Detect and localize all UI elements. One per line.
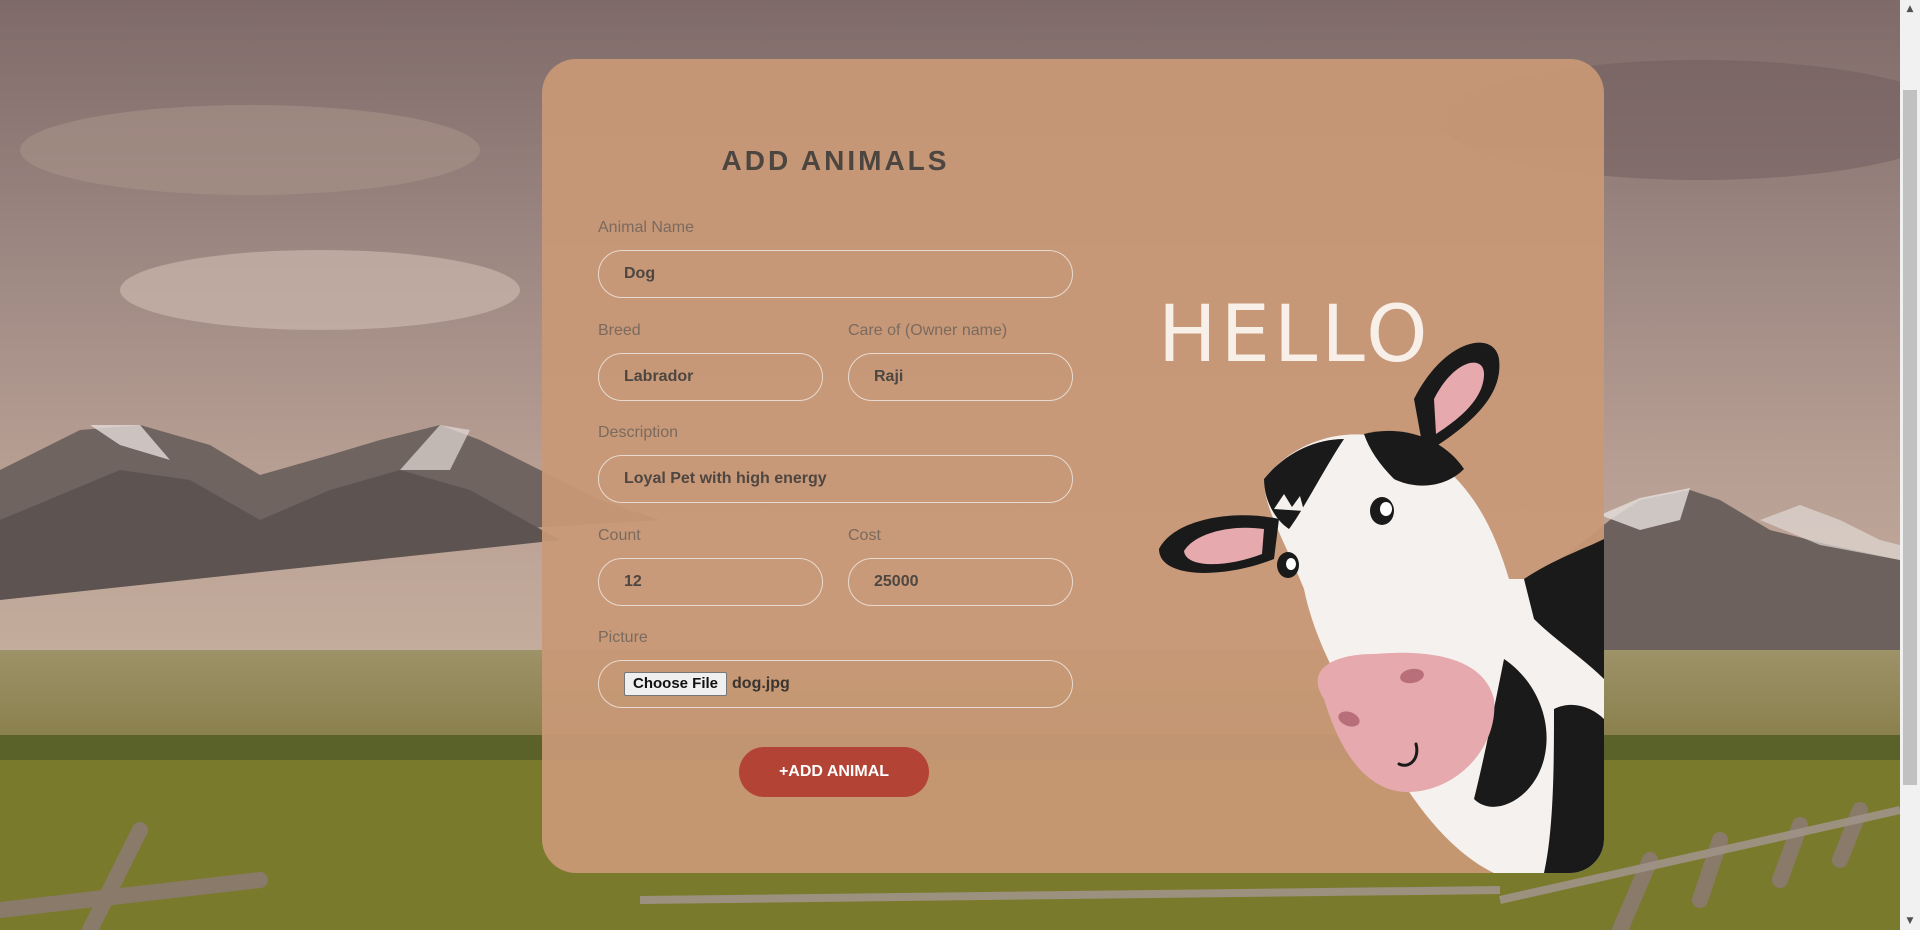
cost-input[interactable] <box>848 558 1073 606</box>
animal-name-label: Animal Name <box>598 219 695 236</box>
animal-name-input[interactable] <box>598 250 1073 298</box>
breed-input[interactable] <box>598 353 823 401</box>
selected-file-name: dog.jpg <box>732 675 790 692</box>
scroll-thumb[interactable] <box>1903 90 1917 785</box>
add-animal-card: ADD ANIMALS Animal Name Breed Care of (O… <box>542 59 1604 873</box>
description-label: Description <box>598 424 679 441</box>
picture-file-input: Choose File dog.jpg <box>598 660 1073 708</box>
add-animal-button[interactable]: +ADD ANIMAL <box>739 747 929 797</box>
care-of-label: Care of (Owner name) <box>848 322 1008 339</box>
count-input[interactable] <box>598 558 823 606</box>
cow-illustration: HELLO <box>1114 59 1604 873</box>
care-of-input[interactable] <box>848 353 1073 401</box>
choose-file-button[interactable]: Choose File <box>624 672 728 696</box>
scroll-up-arrow-icon[interactable]: ▲ <box>1900 0 1920 18</box>
count-label: Count <box>598 527 641 544</box>
page-scrollbar[interactable]: ▲ ▼ <box>1900 0 1920 930</box>
breed-label: Breed <box>598 322 641 339</box>
picture-label: Picture <box>598 629 648 646</box>
cost-label: Cost <box>848 527 881 544</box>
scroll-down-arrow-icon[interactable]: ▼ <box>1900 912 1920 930</box>
hello-greeting: HELLO <box>1158 290 1431 380</box>
description-input[interactable] <box>598 455 1073 503</box>
page-title: ADD ANIMALS <box>721 145 950 176</box>
